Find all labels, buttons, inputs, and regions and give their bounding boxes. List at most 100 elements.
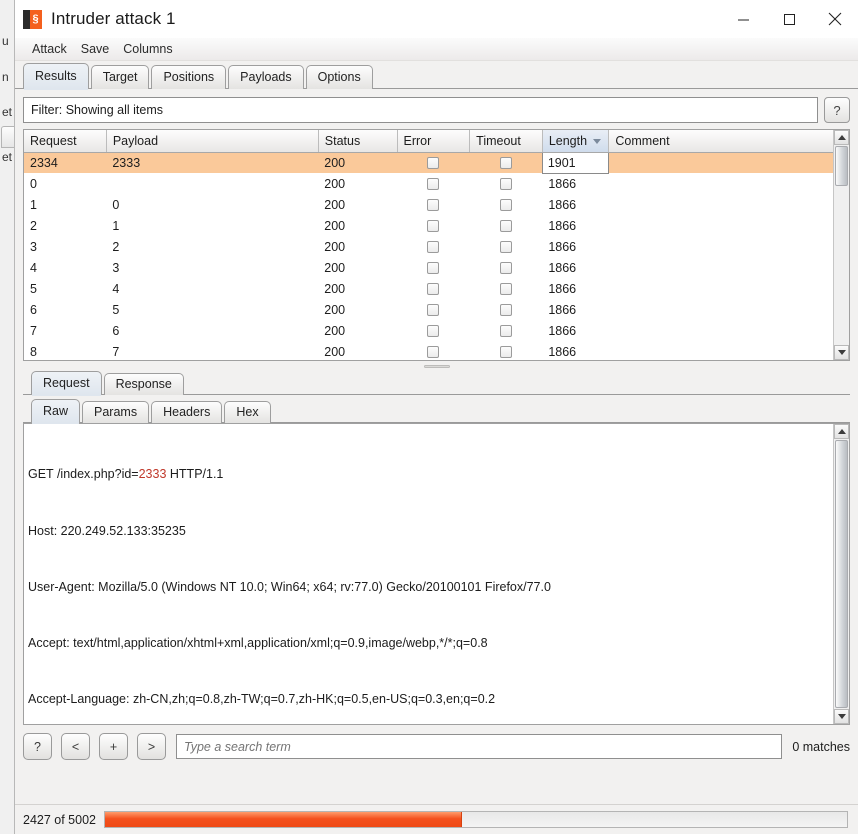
- cell-length[interactable]: 1866: [542, 173, 609, 194]
- cell-timeout[interactable]: [469, 152, 543, 173]
- checkbox-icon[interactable]: [499, 220, 512, 233]
- scroll-down-icon[interactable]: [834, 345, 849, 360]
- cell-length[interactable]: 1866: [542, 320, 609, 341]
- cell-status[interactable]: 200: [318, 320, 397, 341]
- help-icon[interactable]: ?: [824, 97, 850, 123]
- checkbox-icon[interactable]: [427, 325, 440, 338]
- cell-comment[interactable]: [609, 257, 833, 278]
- cell-comment[interactable]: [609, 236, 833, 257]
- cell-length[interactable]: 1866: [542, 194, 609, 215]
- cell-timeout[interactable]: [470, 341, 543, 360]
- cell-request[interactable]: 6: [24, 299, 106, 320]
- tab-hex[interactable]: Hex: [224, 401, 271, 423]
- search-previous-button[interactable]: <: [61, 733, 90, 760]
- cell-timeout[interactable]: [470, 173, 543, 194]
- checkbox-icon[interactable]: [499, 157, 512, 170]
- cell-error[interactable]: [397, 299, 470, 320]
- close-icon[interactable]: [812, 0, 858, 38]
- cell-payload[interactable]: 1: [106, 215, 318, 236]
- scrollbar-thumb[interactable]: [835, 440, 848, 708]
- checkbox-icon[interactable]: [499, 346, 512, 359]
- menu-item-columns[interactable]: Columns: [116, 42, 179, 56]
- search-help-button[interactable]: ?: [23, 733, 52, 760]
- cell-error[interactable]: [397, 278, 470, 299]
- table-row[interactable]: 7 6 200 1866: [24, 320, 833, 341]
- search-input[interactable]: [176, 734, 783, 759]
- cell-request[interactable]: 1: [24, 194, 106, 215]
- table-row[interactable]: 8 7 200 1866: [24, 341, 833, 360]
- cell-status[interactable]: 200: [318, 194, 397, 215]
- cell-length[interactable]: 1866: [542, 236, 609, 257]
- cell-length[interactable]: 1901: [541, 151, 610, 174]
- cell-timeout[interactable]: [470, 236, 543, 257]
- checkbox-icon[interactable]: [427, 262, 440, 275]
- checkbox-icon[interactable]: [427, 346, 440, 359]
- cell-status[interactable]: 200: [318, 341, 397, 360]
- cell-payload[interactable]: [106, 173, 318, 194]
- table-row[interactable]: 1 0 200 1866: [24, 194, 833, 215]
- cell-error[interactable]: [397, 194, 470, 215]
- checkbox-icon[interactable]: [499, 304, 512, 317]
- tab-headers[interactable]: Headers: [151, 401, 223, 423]
- cell-error[interactable]: [397, 341, 470, 360]
- column-header-status[interactable]: Status: [318, 130, 398, 153]
- cell-status[interactable]: 200: [318, 236, 397, 257]
- cell-error[interactable]: [397, 320, 470, 341]
- tab-params[interactable]: Params: [82, 401, 150, 423]
- maximize-icon[interactable]: [766, 0, 812, 38]
- checkbox-icon[interactable]: [427, 157, 440, 170]
- cell-comment[interactable]: [609, 320, 833, 341]
- scroll-up-icon[interactable]: [834, 130, 849, 145]
- table-row[interactable]: 0 200 1866: [24, 173, 833, 194]
- table-row[interactable]: 2334 2333 200 1901: [24, 151, 833, 174]
- cell-request[interactable]: 7: [24, 320, 106, 341]
- checkbox-icon[interactable]: [427, 178, 440, 191]
- checkbox-icon[interactable]: [499, 199, 512, 212]
- cell-length[interactable]: 1866: [542, 278, 609, 299]
- cell-comment[interactable]: [609, 215, 833, 236]
- cell-error[interactable]: [397, 173, 470, 194]
- split-grip-icon[interactable]: [423, 365, 450, 368]
- cell-request[interactable]: 2334: [24, 152, 107, 173]
- cell-error[interactable]: [397, 257, 470, 278]
- column-header-error[interactable]: Error: [397, 130, 471, 153]
- raw-request-text[interactable]: GET /index.php?id=2333 HTTP/1.1 Host: 22…: [24, 424, 833, 724]
- checkbox-icon[interactable]: [499, 262, 512, 275]
- cell-payload[interactable]: 2: [106, 236, 318, 257]
- cell-length[interactable]: 1866: [542, 299, 609, 320]
- tab-raw[interactable]: Raw: [31, 399, 81, 424]
- scroll-up-icon[interactable]: [834, 424, 849, 439]
- cell-status[interactable]: 200: [318, 173, 397, 194]
- cell-timeout[interactable]: [470, 278, 543, 299]
- minimize-icon[interactable]: [720, 0, 766, 38]
- cell-payload[interactable]: 7: [106, 341, 318, 360]
- table-row[interactable]: 2 1 200 1866: [24, 215, 833, 236]
- cell-timeout[interactable]: [470, 299, 543, 320]
- checkbox-icon[interactable]: [499, 325, 512, 338]
- cell-timeout[interactable]: [470, 257, 543, 278]
- checkbox-icon[interactable]: [499, 178, 512, 191]
- cell-error[interactable]: [397, 152, 470, 173]
- tab-payloads[interactable]: Payloads: [228, 65, 304, 89]
- menu-item-attack[interactable]: Attack: [25, 42, 74, 56]
- cell-request[interactable]: 0: [24, 173, 106, 194]
- cell-request[interactable]: 3: [24, 236, 106, 257]
- tab-options[interactable]: Options: [305, 65, 373, 89]
- cell-request[interactable]: 4: [24, 257, 106, 278]
- cell-payload[interactable]: 0: [106, 194, 318, 215]
- filter-bar[interactable]: Filter: Showing all items: [23, 97, 818, 123]
- cell-status[interactable]: 200: [318, 278, 397, 299]
- checkbox-icon[interactable]: [427, 241, 440, 254]
- cell-request[interactable]: 2: [24, 215, 106, 236]
- results-vertical-scrollbar[interactable]: [833, 130, 849, 360]
- cell-length[interactable]: 1866: [542, 215, 609, 236]
- request-vertical-scrollbar[interactable]: [833, 424, 849, 724]
- cell-error[interactable]: [397, 215, 470, 236]
- tab-results[interactable]: Results: [23, 63, 89, 90]
- cell-length[interactable]: 1866: [542, 341, 609, 360]
- split-pane-divider[interactable]: [23, 361, 850, 371]
- cell-comment[interactable]: [609, 194, 833, 215]
- cell-payload[interactable]: 2333: [106, 152, 319, 173]
- search-next-button[interactable]: >: [137, 733, 166, 760]
- cell-request[interactable]: 5: [24, 278, 106, 299]
